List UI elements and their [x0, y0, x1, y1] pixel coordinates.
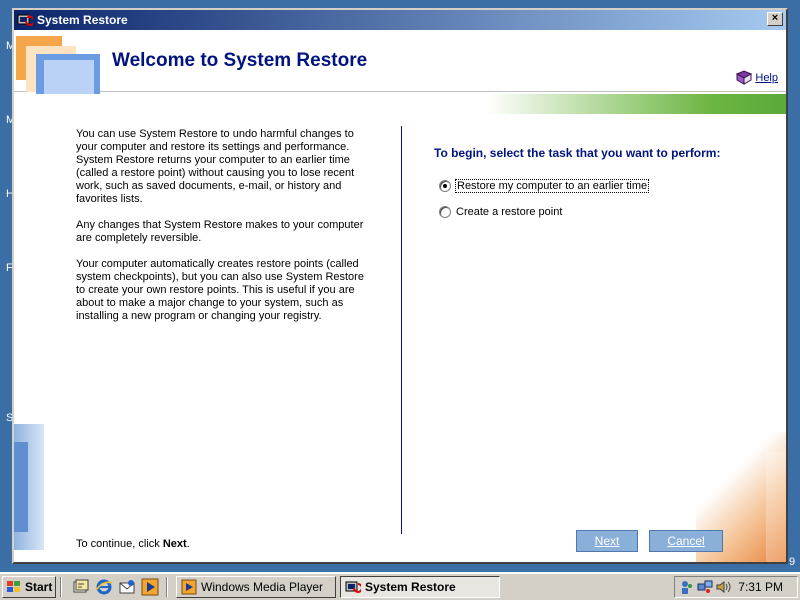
internet-explorer-icon[interactable]	[95, 578, 113, 596]
system-restore-window: System Restore × Welcome to System Resto…	[12, 8, 788, 564]
continue-suffix: .	[186, 538, 190, 550]
system-restore-icon	[17, 14, 33, 26]
volume-icon[interactable]	[715, 579, 731, 595]
option-label[interactable]: Create a restore point	[456, 206, 562, 218]
task-prompt: To begin, select the task that you want …	[434, 146, 721, 160]
system-restore-icon	[345, 581, 361, 593]
task-label[interactable]: Windows Media Player	[201, 580, 323, 594]
task-system-restore[interactable]: System Restore	[340, 576, 500, 598]
taskbar: Start Windows Media Player System Restor	[0, 572, 800, 600]
show-desktop-icon[interactable]	[72, 578, 90, 596]
option-restore-earlier-time[interactable]: Restore my computer to an earlier time	[439, 179, 650, 193]
wizard-content: Welcome to System Restore Help You can u…	[14, 30, 786, 562]
network-connection-icon[interactable]	[697, 579, 713, 595]
network-users-icon[interactable]	[679, 579, 695, 595]
cancel-label[interactable]: Cancel	[667, 534, 704, 548]
description-paragraph: You can use System Restore to undo harmf…	[76, 128, 355, 205]
left-decoration	[14, 424, 44, 550]
cancel-button[interactable]: Cancel	[649, 530, 723, 552]
taskbar-separator	[60, 577, 62, 597]
wizard-header: Welcome to System Restore Help	[14, 30, 786, 94]
window-title: System Restore	[37, 13, 128, 27]
next-button[interactable]: Next	[576, 530, 638, 552]
media-player-icon	[181, 579, 197, 595]
description-paragraph: Your computer automatically creates rest…	[76, 258, 364, 322]
header-accent-bar	[486, 94, 786, 114]
help-link[interactable]: Help	[735, 70, 778, 86]
task-label[interactable]: System Restore	[365, 580, 456, 594]
page-title: Welcome to System Restore	[112, 50, 368, 71]
start-label[interactable]: Start	[25, 580, 52, 594]
start-button[interactable]: Start	[2, 576, 56, 598]
help-book-icon	[736, 70, 753, 85]
system-tray: 7:31 PM	[674, 576, 798, 598]
option-label[interactable]: Restore my computer to an earlier time	[454, 179, 650, 193]
description-paragraph: Any changes that System Restore makes to…	[76, 219, 364, 244]
taskbar-separator	[166, 577, 168, 597]
option-create-restore-point[interactable]: Create a restore point	[439, 206, 562, 218]
title-bar[interactable]: System Restore ×	[14, 10, 786, 30]
radio-create-restore-point[interactable]	[439, 206, 451, 218]
description-text: You can use System Restore to undo harmf…	[76, 128, 376, 336]
close-button[interactable]: ×	[767, 12, 783, 26]
continue-prefix: To continue, click	[76, 538, 163, 550]
help-label[interactable]: Help	[755, 72, 778, 84]
continue-instruction: To continue, click Next.	[76, 538, 190, 550]
continue-bold: Next	[162, 538, 187, 550]
system-restore-logo	[16, 36, 100, 94]
outlook-express-icon[interactable]	[118, 578, 136, 596]
column-divider	[401, 126, 402, 534]
desktop-edge-text: 9	[789, 556, 796, 568]
media-player-icon[interactable]	[141, 578, 159, 596]
radio-restore-earlier-time[interactable]	[439, 180, 451, 192]
clock[interactable]: 7:31 PM	[738, 580, 783, 594]
task-windows-media-player[interactable]: Windows Media Player	[176, 576, 336, 598]
next-label[interactable]: Next	[595, 534, 620, 548]
windows-logo-icon	[7, 581, 20, 592]
